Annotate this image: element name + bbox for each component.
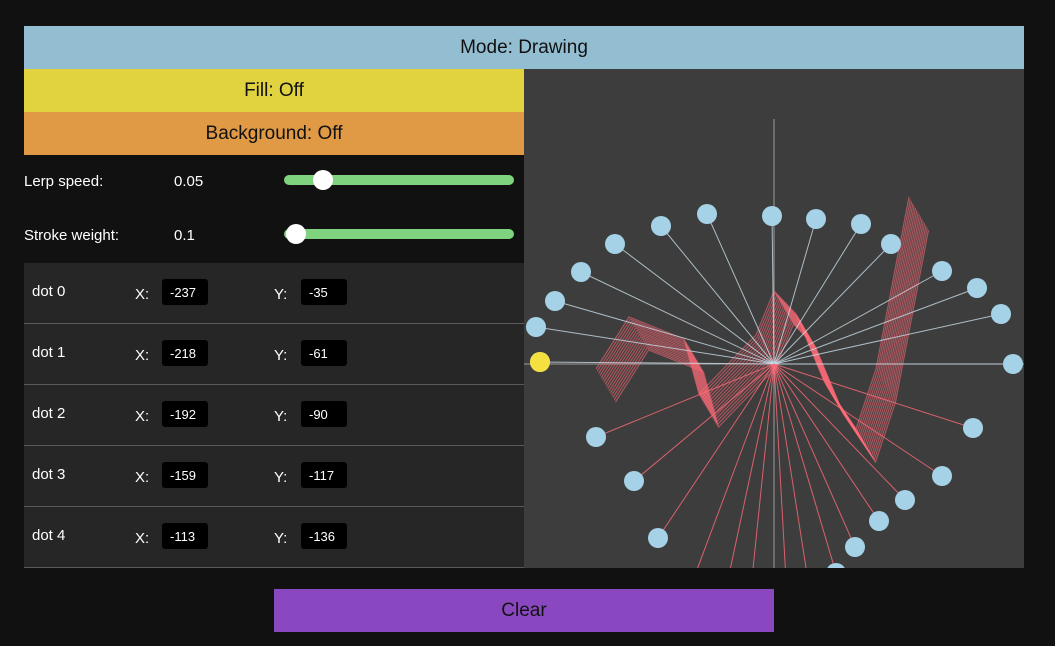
dot-spoke: [722, 363, 775, 604]
control-dot: [967, 278, 987, 298]
stroke-weight-label: Stroke weight:: [24, 227, 120, 244]
dot-spoke: [773, 270, 943, 365]
dot-spoke: [706, 213, 775, 365]
dot-row: dot 4 X: -113 Y: -136: [24, 507, 524, 568]
control-dot: [895, 490, 915, 510]
dot-x-input[interactable]: -218: [162, 340, 208, 366]
dot-name: dot 4: [32, 527, 66, 544]
dot-row: dot 1 X: -218 Y: -61: [24, 324, 524, 385]
dot-row: dot 3 X: -159 Y: -117: [24, 446, 524, 507]
dot-x-input[interactable]: -113: [162, 523, 208, 549]
dot-spoke: [773, 363, 788, 599]
stroke-weight-value: 0.1: [174, 227, 195, 244]
lerp-speed-value: 0.05: [174, 173, 204, 190]
dot-y-input[interactable]: -35: [301, 279, 347, 305]
y-label: Y:: [274, 347, 288, 364]
stroke-weight-row: Stroke weight: 0.1: [24, 209, 524, 263]
dot-name: dot 3: [32, 466, 66, 483]
dot-spoke: [614, 243, 775, 365]
dot-x-input[interactable]: -192: [162, 401, 208, 427]
control-dot: [991, 304, 1011, 324]
dot-row: dot 0 X: -237 Y: -35: [24, 263, 524, 324]
dot-row: dot 2 X: -192 Y: -90: [24, 385, 524, 446]
control-dot: [806, 209, 826, 229]
control-dot: [932, 261, 952, 281]
y-label: Y:: [274, 530, 288, 547]
dot-name: dot 0: [32, 283, 66, 300]
stroke-weight-slider[interactable]: [284, 224, 514, 244]
y-label: Y:: [274, 286, 288, 303]
control-dot: [845, 537, 865, 557]
x-label: X:: [135, 408, 150, 425]
control-dot: [697, 204, 717, 224]
control-dot: [651, 216, 671, 236]
control-dot: [605, 234, 625, 254]
lerp-speed-row: Lerp speed: 0.05: [24, 155, 524, 209]
stroke-weight-slider-thumb[interactable]: [285, 224, 306, 244]
y-label: Y:: [274, 469, 288, 486]
control-dot: [624, 471, 644, 491]
mode-toggle-button[interactable]: Mode: Drawing: [24, 26, 1024, 69]
control-dot: [648, 528, 668, 548]
dot-y-input[interactable]: -136: [301, 523, 347, 549]
lerp-speed-label: Lerp speed:: [24, 173, 104, 190]
dot-y-input[interactable]: -61: [301, 340, 347, 366]
dot-y-input[interactable]: -117: [301, 462, 347, 488]
dot-x-input[interactable]: -237: [162, 279, 208, 305]
x-label: X:: [135, 530, 150, 547]
control-dot: [571, 262, 591, 282]
canvas-drawing[interactable]: [524, 69, 1024, 613]
control-dot: [932, 466, 952, 486]
control-dot: [963, 418, 983, 438]
dot-x-input[interactable]: -159: [162, 462, 208, 488]
control-dot: [762, 206, 782, 226]
control-dot: [826, 563, 846, 583]
background-toggle-button[interactable]: Background: Off: [24, 112, 524, 155]
dot-spoke: [773, 223, 862, 365]
dot-spoke: [595, 363, 775, 438]
x-label: X:: [135, 347, 150, 364]
x-label: X:: [135, 469, 150, 486]
ribbon-stroke: [598, 201, 913, 435]
main-row: Fill: Off Background: Off Lerp speed: 0.…: [24, 69, 1024, 613]
control-dot: [1003, 354, 1023, 374]
ribbon-stroke: [596, 199, 911, 433]
lerp-speed-slider-thumb[interactable]: [313, 170, 334, 190]
control-dot: [869, 511, 889, 531]
drawing-canvas[interactable]: [524, 69, 1024, 613]
control-dot: [586, 427, 606, 447]
dot-name: dot 2: [32, 405, 66, 422]
dot-name: dot 1: [32, 344, 66, 361]
clear-button[interactable]: Clear: [274, 589, 774, 632]
app: Mode: Drawing Fill: Off Background: Off …: [24, 26, 1024, 613]
controls-panel: Fill: Off Background: Off Lerp speed: 0.…: [24, 69, 524, 568]
control-dot: [851, 214, 871, 234]
dot-list: dot 0 X: -237 Y: -35 dot 1 X: -218 Y: -6…: [24, 263, 524, 568]
control-dot: [545, 291, 565, 311]
control-dot: [526, 317, 546, 337]
dot-y-input[interactable]: -90: [301, 401, 347, 427]
control-dot: [881, 234, 901, 254]
x-label: X:: [135, 286, 150, 303]
y-label: Y:: [274, 408, 288, 425]
drawn-ribbon: [595, 196, 930, 464]
fill-toggle-button[interactable]: Fill: Off: [24, 69, 524, 112]
lerp-speed-slider[interactable]: [284, 170, 514, 190]
active-dot: [530, 352, 550, 372]
